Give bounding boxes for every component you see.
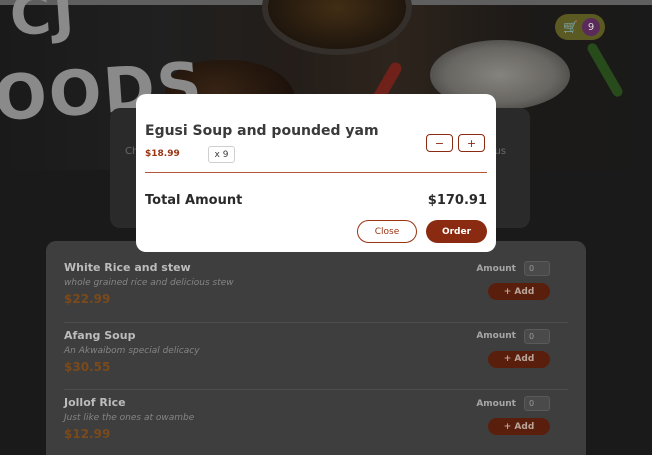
meal-item: Afang Soup An Akwaibom special delicacy … — [64, 323, 568, 390]
cart-button[interactable]: 🛒 9 — [555, 14, 605, 40]
add-button[interactable]: + Add — [488, 283, 550, 300]
cart-count-badge: 9 — [582, 18, 600, 36]
amount-label: Amount — [476, 398, 516, 409]
amount-control: Amount 0 — [476, 261, 550, 276]
cart-item-quantity: x 9 — [208, 146, 235, 163]
order-button[interactable]: Order — [426, 220, 487, 243]
logo-text-top: CJ — [7, 0, 79, 50]
cart-item-name: Egusi Soup and pounded yam — [145, 123, 379, 139]
amount-input[interactable]: 0 — [524, 396, 550, 411]
amount-input[interactable]: 0 — [524, 328, 550, 344]
meal-item: Jollof Rice Just like the ones at owambe… — [64, 390, 568, 455]
cart-modal: Egusi Soup and pounded yam $18.99 x 9 − … — [136, 94, 496, 252]
total-amount-label: Total Amount — [145, 193, 243, 208]
increase-quantity-button[interactable]: + — [458, 134, 485, 152]
cart-icon: 🛒 — [563, 20, 578, 34]
amount-label: Amount — [476, 331, 516, 341]
amount-label: Amount — [476, 263, 516, 274]
total-amount-value: $170.91 — [427, 193, 487, 208]
close-button[interactable]: Close — [357, 220, 417, 243]
add-button[interactable]: + Add — [488, 418, 550, 435]
cart-item-price: $18.99 — [145, 149, 180, 159]
meals-list: White Rice and stew whole grained rice a… — [46, 241, 586, 455]
amount-control: Amount 0 — [476, 328, 550, 344]
amount-control: Amount 0 — [476, 396, 550, 411]
amount-input[interactable]: 0 — [524, 261, 550, 276]
decrease-quantity-button[interactable]: − — [426, 134, 453, 152]
summary-text-right: us — [494, 146, 506, 157]
add-button[interactable]: + Add — [488, 350, 550, 368]
divider — [145, 172, 487, 173]
meal-item: White Rice and stew whole grained rice a… — [64, 255, 568, 323]
